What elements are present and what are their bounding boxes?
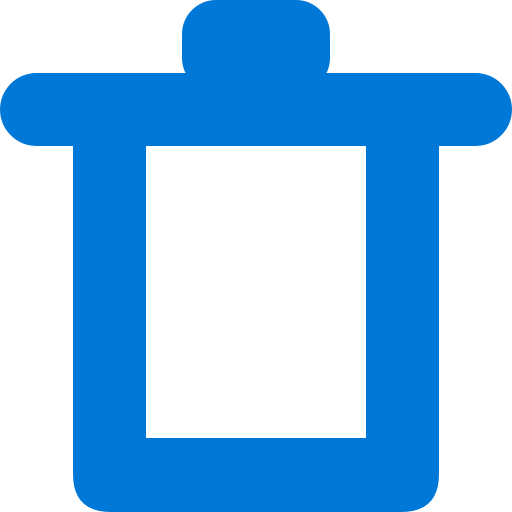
trash-body (73, 120, 439, 512)
icon-canvas (0, 0, 512, 512)
trash-icon[interactable] (0, 0, 512, 512)
